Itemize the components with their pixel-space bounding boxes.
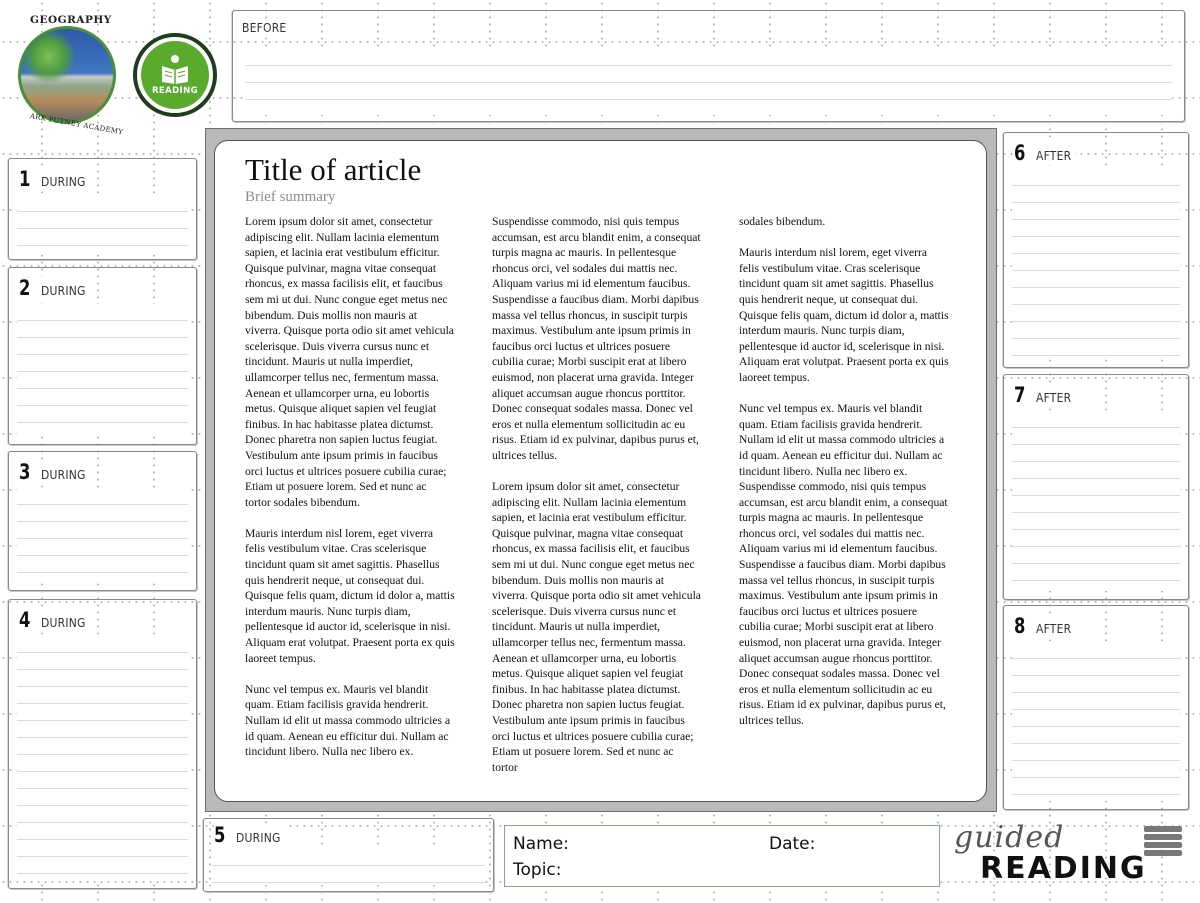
article-column-2: Suspendisse commodo, nisi quis tempus ac… bbox=[492, 214, 702, 775]
during-label: DURING bbox=[41, 284, 86, 298]
reading-badge-logo: READING bbox=[133, 33, 217, 117]
article-paragraph: Suspendisse commodo, nisi quis tempus ac… bbox=[492, 215, 701, 462]
reading-badge-label: READING bbox=[151, 86, 199, 96]
step-number: 2 bbox=[19, 276, 31, 300]
step-number: 5 bbox=[214, 823, 226, 847]
during-box-3[interactable]: 3 DURING bbox=[8, 451, 197, 591]
date-label: Date: bbox=[769, 834, 816, 854]
during-box-2[interactable]: 2 DURING bbox=[8, 267, 197, 445]
during-box-1[interactable]: 1 DURING bbox=[8, 158, 197, 260]
name-label: Name: bbox=[513, 834, 569, 854]
school-logo-title: GEOGRAPHY bbox=[30, 14, 112, 26]
during-label: DURING bbox=[41, 468, 86, 482]
article-panel: Title of article Brief summary Lorem ips… bbox=[214, 140, 987, 802]
topic-label: Topic: bbox=[513, 860, 562, 880]
after-box-6[interactable]: 6 AFTER bbox=[1003, 132, 1189, 368]
step-number: 8 bbox=[1014, 614, 1026, 638]
after-label: AFTER bbox=[1036, 391, 1072, 405]
after-box-8[interactable]: 8 AFTER bbox=[1003, 605, 1189, 810]
article-summary: Brief summary bbox=[245, 189, 336, 205]
article-paragraph: Nunc vel tempus ex. Mauris vel blandit q… bbox=[245, 682, 451, 759]
before-box[interactable]: BEFORE bbox=[232, 10, 1185, 122]
name-date-topic-box[interactable]: Name: Date: Topic: bbox=[504, 825, 940, 887]
article-column-1: Lorem ipsum dolor sit amet, consectetur … bbox=[245, 214, 455, 775]
during-label: DURING bbox=[41, 175, 86, 189]
article-paragraph: Lorem ipsum dolor sit amet, consectetur … bbox=[245, 215, 454, 509]
article-paragraph: Nunc vel tempus ex. Mauris vel blandit q… bbox=[739, 402, 948, 727]
after-box-7[interactable]: 7 AFTER bbox=[1003, 374, 1189, 600]
reading-person-icon bbox=[162, 55, 188, 84]
article-paragraph: Mauris interdum nisl lorem, eget viverra… bbox=[245, 526, 455, 665]
before-label: BEFORE bbox=[242, 21, 287, 35]
article-paragraph: Mauris interdum nisl lorem, eget viverra… bbox=[739, 246, 949, 384]
step-number: 6 bbox=[1014, 141, 1026, 165]
after-label: AFTER bbox=[1036, 149, 1072, 163]
books-stack-icon bbox=[1144, 826, 1182, 858]
during-label: DURING bbox=[41, 616, 86, 630]
during-label: DURING bbox=[236, 831, 281, 845]
article-title: Title of article bbox=[245, 152, 422, 187]
during-box-4[interactable]: 4 DURING bbox=[8, 599, 197, 889]
logo-reading-text: READING bbox=[980, 851, 1147, 886]
article-column-3: sodales bibendum. Mauris interdum nisl l… bbox=[739, 214, 949, 775]
after-label: AFTER bbox=[1036, 622, 1072, 636]
article-paragraph: sodales bibendum. bbox=[739, 215, 826, 228]
step-number: 1 bbox=[19, 167, 31, 191]
step-number: 7 bbox=[1014, 383, 1026, 407]
article-paragraph: Lorem ipsum dolor sit amet, consectetur … bbox=[492, 480, 701, 774]
guided-reading-logo: guided READING bbox=[952, 820, 1188, 890]
step-number: 4 bbox=[19, 608, 31, 632]
step-number: 3 bbox=[19, 460, 31, 484]
during-box-5[interactable]: 5 DURING bbox=[203, 818, 494, 892]
logo-guided-text: guided bbox=[954, 820, 1065, 855]
geography-globe-logo bbox=[18, 26, 116, 124]
